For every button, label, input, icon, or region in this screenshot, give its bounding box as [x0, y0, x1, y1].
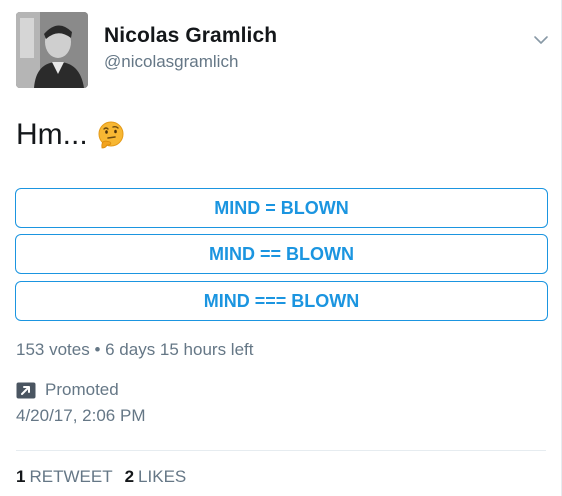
poll-meta: 153 votes • 6 days 15 hours left — [16, 340, 254, 359]
tweet-text: Hm... — [16, 118, 126, 152]
like-count[interactable]: 2 LIKES — [125, 467, 187, 487]
divider — [16, 450, 546, 451]
chevron-down-icon[interactable] — [531, 30, 551, 50]
poll-option-1[interactable]: MIND = BLOWN — [15, 188, 548, 228]
avatar[interactable] — [16, 12, 88, 88]
tweet-timestamp[interactable]: 4/20/17, 2:06 PM — [16, 406, 145, 426]
retweet-count[interactable]: 1 RETWEET — [16, 467, 113, 487]
like-count-number: 2 — [124, 467, 135, 486]
thinking-face-icon — [96, 120, 126, 150]
tweet-text-content: Hm... — [16, 118, 88, 151]
retweet-count-label: RETWEET — [29, 467, 113, 486]
promoted-arrow-icon — [16, 382, 36, 399]
promoted-label: Promoted — [45, 380, 119, 399]
display-name[interactable]: Nicolas Gramlich — [104, 24, 277, 48]
poll-option-2[interactable]: MIND == BLOWN — [15, 234, 548, 274]
user-handle[interactable]: @nicolasgramlich — [104, 52, 238, 72]
tweet-stats: 1 RETWEET 2 LIKES — [16, 467, 198, 487]
poll-option-3[interactable]: MIND === BLOWN — [15, 281, 548, 321]
promoted-row[interactable]: Promoted — [16, 380, 119, 400]
tweet-card: Nicolas Gramlich @nicolasgramlich Hm... … — [0, 0, 562, 496]
like-count-label: LIKES — [138, 467, 187, 486]
retweet-count-number: 1 — [16, 467, 26, 486]
